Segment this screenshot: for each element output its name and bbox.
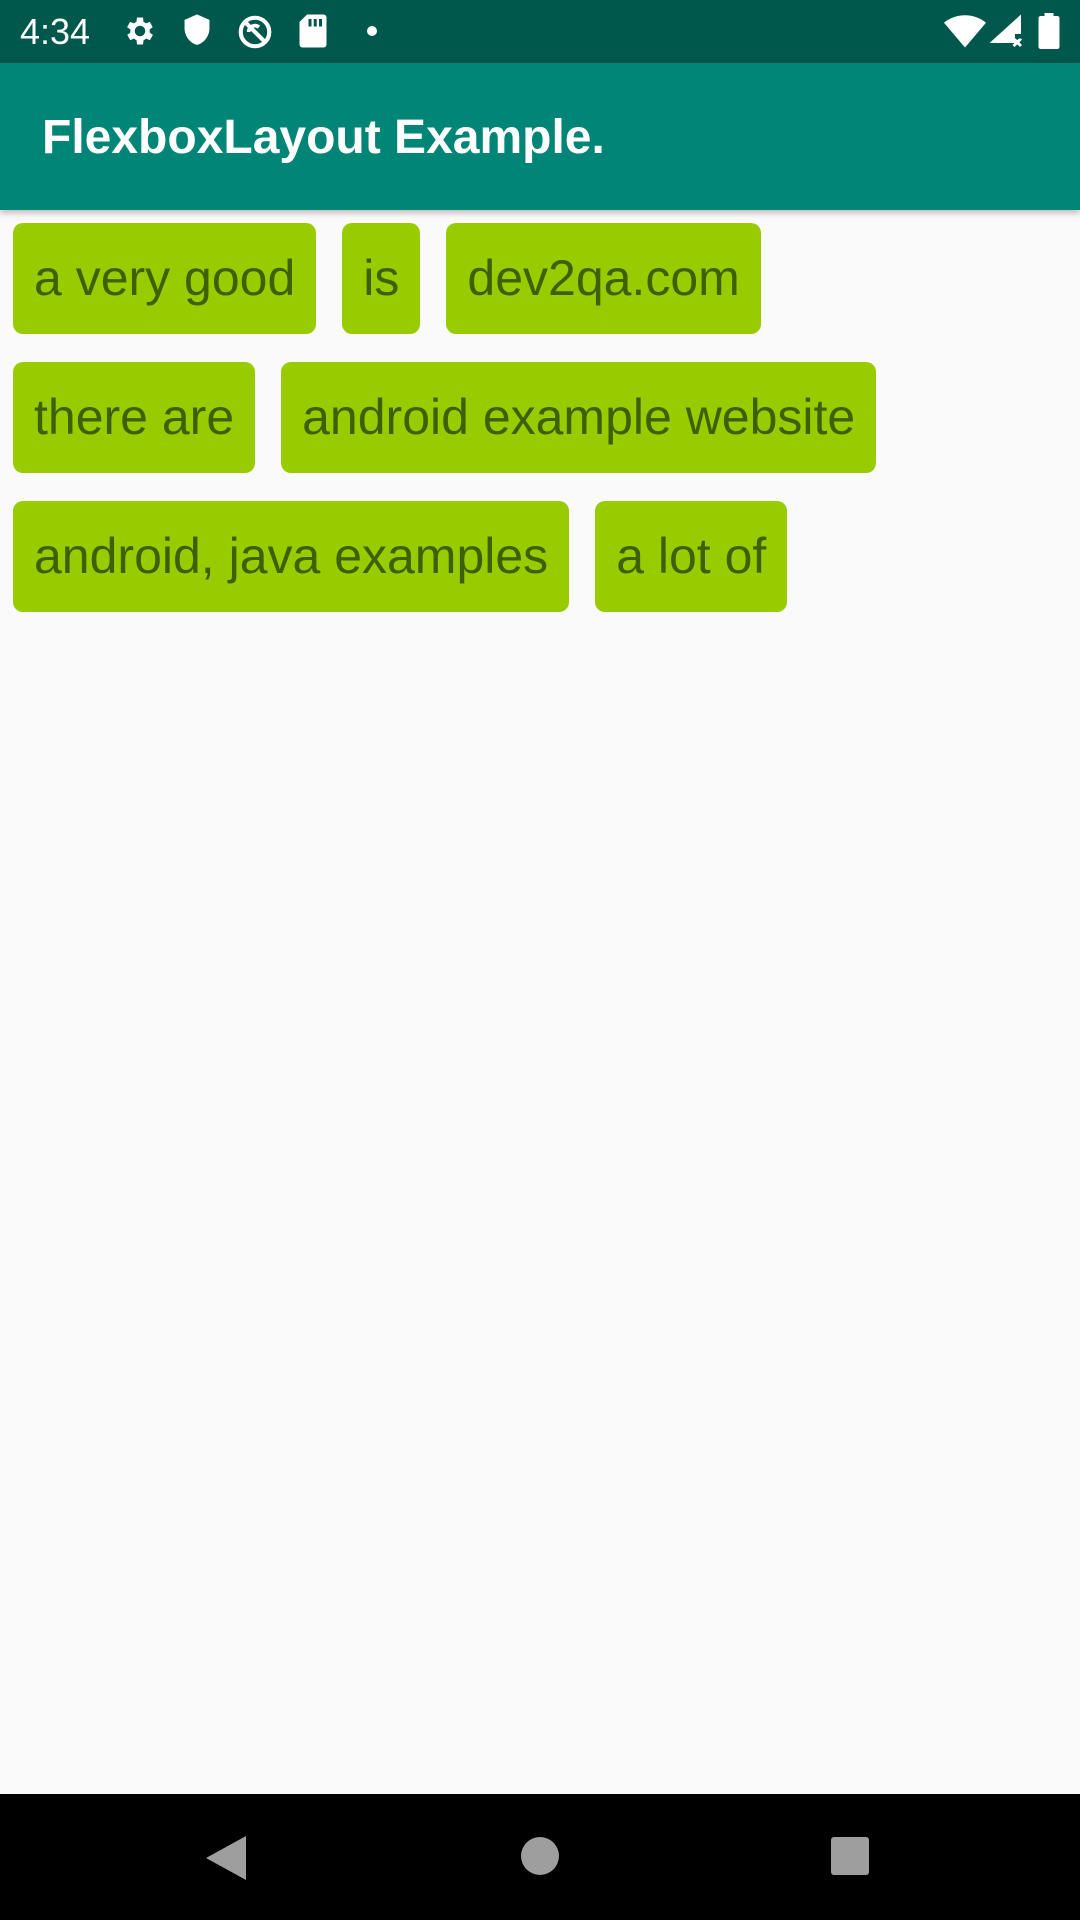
back-icon[interactable] bbox=[204, 1834, 248, 1887]
status-bar: 4:34 bbox=[0, 0, 1080, 63]
screen: 4:34 FlexboxLayout Example. a very good … bbox=[0, 0, 1080, 1920]
battery-icon bbox=[1038, 13, 1060, 49]
app-bar: FlexboxLayout Example. bbox=[0, 63, 1080, 210]
recents-icon[interactable] bbox=[830, 1836, 870, 1881]
shield-icon bbox=[180, 13, 214, 49]
notification-dot-icon bbox=[366, 25, 378, 61]
home-icon[interactable] bbox=[520, 1836, 560, 1881]
flexbox-layout: a very good is dev2qa.com there are andr… bbox=[0, 210, 1080, 640]
flex-item-android-java-examples: android, java examples bbox=[13, 501, 570, 612]
flex-item-a-lot-of: a lot of bbox=[595, 501, 788, 612]
settings-icon bbox=[122, 13, 158, 49]
sync-disabled-icon bbox=[236, 13, 274, 49]
signal-no-data-icon bbox=[988, 13, 1024, 49]
status-time: 4:34 bbox=[20, 11, 91, 52]
flex-item-dev2qa: dev2qa.com bbox=[446, 223, 761, 334]
sd-card-icon bbox=[298, 13, 328, 49]
flex-item-a-very-good: a very good bbox=[13, 223, 317, 334]
flex-item-android-example-website: android example website bbox=[281, 362, 877, 473]
navigation-bar bbox=[0, 1794, 1080, 1920]
flex-item-is: is bbox=[342, 223, 421, 334]
flex-item-there-are: there are bbox=[13, 362, 256, 473]
app-title: FlexboxLayout Example. bbox=[42, 111, 605, 164]
wifi-icon bbox=[944, 13, 986, 49]
